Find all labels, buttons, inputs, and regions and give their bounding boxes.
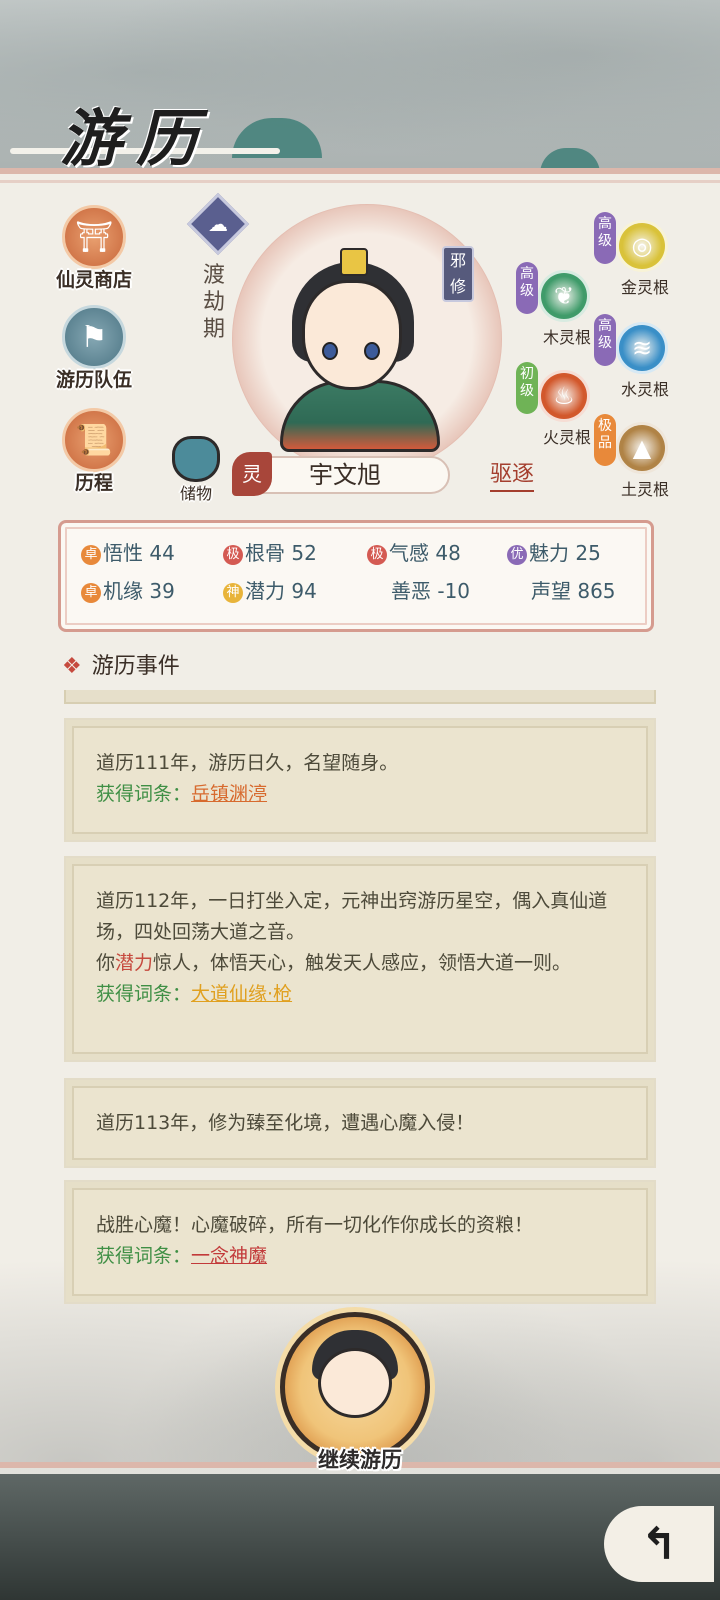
diamond-icon: ❖ (62, 654, 82, 679)
event-gain: 获得词条：岳镇渊渟 (96, 779, 624, 810)
team-label: 游历队伍 (55, 369, 132, 391)
metal-root-icon: ◎ (616, 220, 668, 272)
events-title-text: 游历事件 (91, 654, 180, 679)
continue-travel-label[interactable]: 继续游历 (300, 1444, 420, 1474)
gain-link[interactable]: 一念神魔 (191, 1245, 267, 1267)
cultivation-tag: 邪修 (442, 246, 474, 302)
root-grade: 高级 (594, 212, 616, 264)
stat-value: 865 (577, 579, 616, 603)
stat-label: 善恶 (391, 579, 431, 603)
root-name: 火灵根 (542, 428, 591, 447)
stat-label: 潜力 (245, 579, 285, 603)
shop-icon: ⛩ (62, 205, 126, 269)
scroll-icon: 📜 (62, 408, 126, 472)
stat-badge: 极 (367, 545, 387, 565)
page-title: 游历 (60, 102, 213, 175)
event-gain: 获得词条：大道仙缘·枪 (96, 979, 624, 1010)
storage-label[interactable]: 储物 (172, 480, 220, 504)
event-text: 道历111年，游历日久，名望随身。 (96, 752, 399, 774)
event-card: 道历113年，修为臻至化境，遭遇心魔入侵！ (64, 1078, 656, 1168)
water-root-icon: ≋ (616, 322, 668, 374)
gain-label: 获得词条： (96, 1245, 192, 1267)
gain-link[interactable]: 大道仙缘·枪 (191, 983, 292, 1005)
stat-value: -10 (437, 579, 471, 603)
stat-value: 25 (575, 541, 601, 565)
history-label: 历程 (74, 472, 113, 494)
root-grade: 极品 (594, 414, 616, 466)
character-eye (322, 342, 338, 360)
character-crown (340, 248, 368, 276)
stat-value: 39 (149, 579, 175, 603)
stat-badge: 卓 (81, 583, 101, 603)
event-text: 你潜力惊人，体悟天心，触发天人感应，领悟大道一则。 (96, 952, 572, 974)
root-grade: 初级 (516, 362, 538, 414)
fire-root-icon: ♨ (538, 370, 590, 422)
stat-qi-sense: 极气感 48 (367, 537, 461, 566)
gain-link[interactable]: 岳镇渊渟 (191, 783, 267, 805)
root-name: 土灵根 (620, 480, 669, 499)
character-eye (364, 342, 380, 360)
spirit-tag: 灵 (232, 452, 272, 496)
stat-fortune: 卓机缘 39 (81, 575, 175, 604)
stat-karma: 善恶 -10 (391, 575, 470, 604)
stat-value: 44 (149, 541, 175, 565)
character-face (302, 280, 402, 390)
history-button[interactable]: 📜 历程 (44, 408, 144, 495)
events-section-title: ❖ 游历事件 (62, 648, 180, 680)
root-name: 金灵根 (620, 278, 669, 297)
wood-root-icon: ❦ (538, 270, 590, 322)
highlight-text: 潜力 (115, 952, 154, 974)
root-grade: 高级 (516, 262, 538, 314)
event-text: 战胜心魔！心魔破碎，所有一切化作你成长的资粮！ (96, 1214, 534, 1236)
root-name: 木灵根 (542, 328, 591, 347)
event-card: 道历111年，游历日久，名望随身。 获得词条：岳镇渊渟 (64, 718, 656, 842)
event-card: 战胜心魔！心魔破碎，所有一切化作你成长的资粮！ 获得词条：一念神魔 (64, 1180, 656, 1304)
expel-button[interactable]: 驱逐 (490, 456, 535, 492)
stat-charm: 优魅力 25 (507, 537, 601, 566)
stat-label: 魅力 (529, 541, 569, 565)
stat-potential: 神潜力 94 (223, 575, 317, 604)
stat-label: 悟性 (103, 541, 143, 565)
stat-badge: 优 (507, 545, 527, 565)
realm-text: 渡劫期 (203, 263, 226, 342)
stat-bone: 极根骨 52 (223, 537, 317, 566)
stat-reputation: 声望 865 (531, 575, 616, 604)
team-icon: ⚑ (62, 305, 126, 369)
stat-label: 根骨 (245, 541, 285, 565)
stat-label: 声望 (531, 579, 571, 603)
back-button[interactable]: ↰ (604, 1506, 714, 1582)
stat-label: 机缘 (103, 579, 143, 603)
continue-character-icon (318, 1348, 392, 1418)
stat-badge: 卓 (81, 545, 101, 565)
event-text: 道历113年，修为臻至化境，遭遇心魔入侵！ (96, 1112, 475, 1134)
gain-label: 获得词条： (96, 983, 192, 1005)
shop-label: 仙灵商店 (55, 269, 132, 291)
event-card-edge (64, 690, 656, 704)
stat-value: 52 (291, 541, 317, 565)
stat-comprehension: 卓悟性 44 (81, 537, 175, 566)
shop-button[interactable]: ⛩ 仙灵商店 (44, 205, 144, 292)
stat-badge: 极 (223, 545, 243, 565)
gain-label: 获得词条： (96, 783, 192, 805)
storage-bag-icon[interactable] (172, 436, 220, 482)
stat-value: 48 (435, 541, 461, 565)
back-arrow-icon: ↰ (640, 1518, 678, 1570)
stat-label: 气感 (389, 541, 429, 565)
stat-badge: 神 (223, 583, 243, 603)
stat-value: 94 (291, 579, 317, 603)
event-card: 道历112年，一日打坐入定，元神出窍游历星空，偶入真仙道场，四处回荡大道之音。 … (64, 856, 656, 1062)
event-text: 道历112年，一日打坐入定，元神出窍游历星空，偶入真仙道场，四处回荡大道之音。 (96, 890, 608, 943)
event-gain: 获得词条：一念神魔 (96, 1241, 624, 1272)
attribute-panel: 卓悟性 44 极根骨 52 极气感 48 优魅力 25 卓机缘 39 神潜力 9… (58, 520, 654, 632)
team-button[interactable]: ⚑ 游历队伍 (44, 305, 144, 392)
root-grade: 高级 (594, 314, 616, 366)
root-name: 水灵根 (620, 380, 669, 399)
earth-root-icon: ▲ (616, 422, 668, 474)
